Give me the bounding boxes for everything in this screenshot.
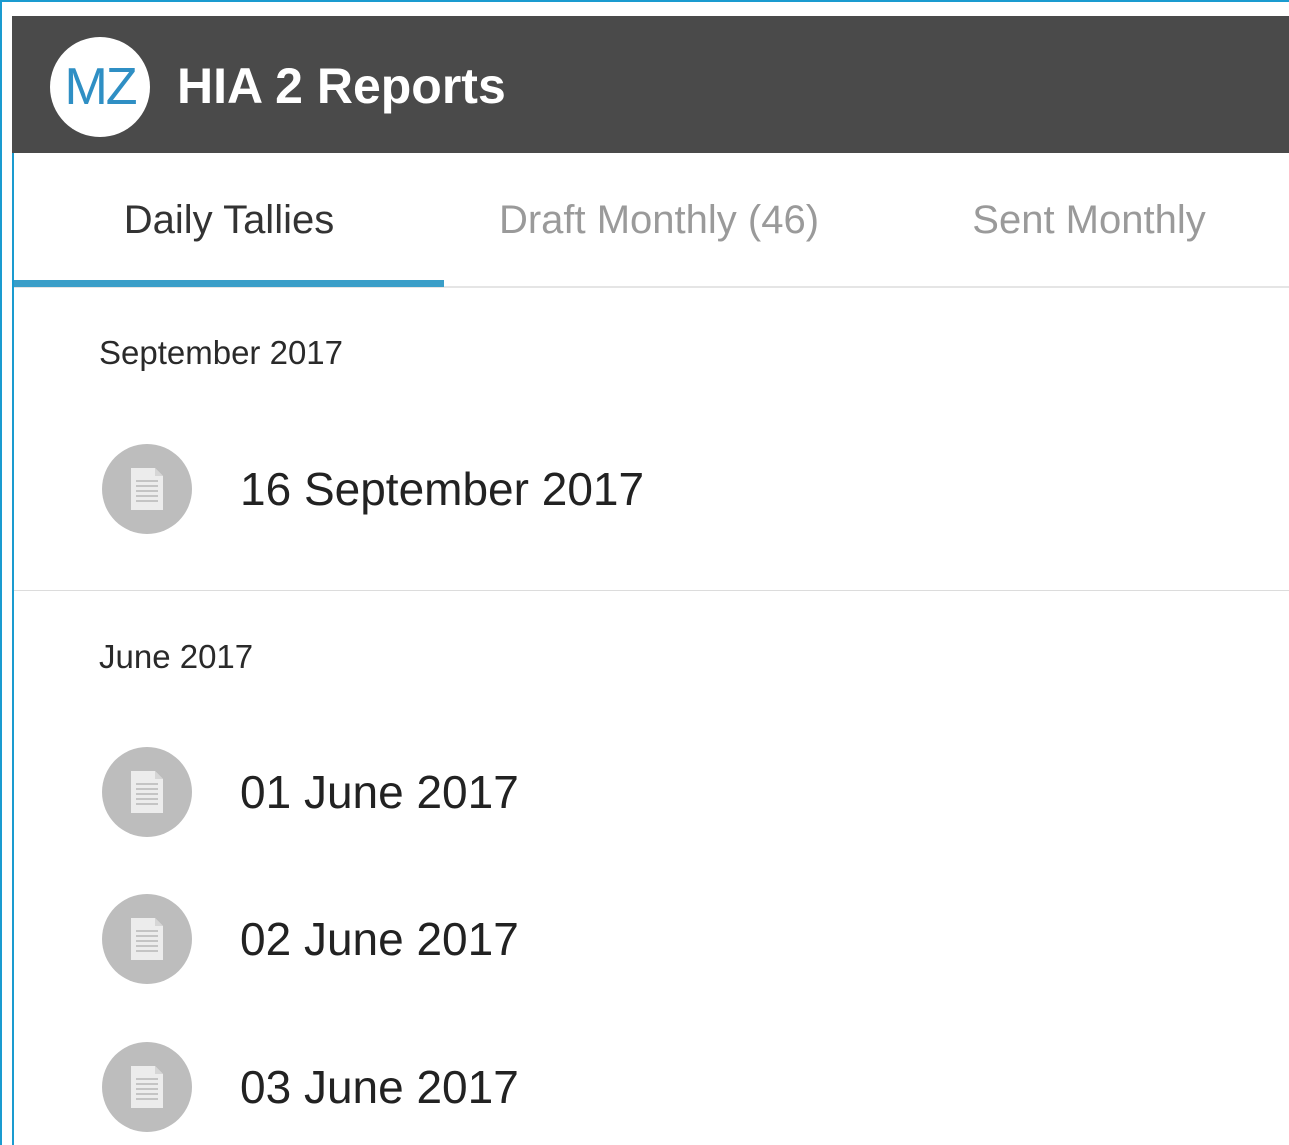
tab-sent-monthly[interactable]: Sent Monthly (874, 153, 1289, 288)
section-header-september-2017: September 2017 (99, 334, 344, 371)
document-icon (102, 1042, 192, 1132)
app-logo: MZ (50, 37, 150, 137)
app-bar: MZ HIA 2 Reports (12, 16, 1289, 153)
list-item-label: 03 June 2017 (240, 1061, 519, 1113)
tab-bar: Daily Tallies Draft Monthly (46) Sent Mo… (14, 153, 1289, 288)
tab-label: Sent Monthly (972, 198, 1206, 242)
list-item[interactable]: 02 June 2017 (14, 889, 1289, 989)
app-window: MZ HIA 2 Reports Daily Tallies Draft Mon… (0, 0, 1289, 1145)
tab-label: Daily Tallies (123, 198, 335, 242)
document-icon (102, 444, 192, 534)
tab-daily-tallies[interactable]: Daily Tallies (14, 153, 444, 288)
tab-label: Draft Monthly (46) (498, 198, 820, 242)
content-left-border (12, 153, 14, 1145)
section-divider (14, 590, 1289, 591)
list-item-label: 16 September 2017 (240, 463, 645, 515)
document-icon (102, 894, 192, 984)
section-header-june-2017: June 2017 (99, 638, 254, 675)
list-item-label: 02 June 2017 (240, 913, 519, 965)
list-item[interactable]: 01 June 2017 (14, 742, 1289, 842)
list-item[interactable]: 16 September 2017 (14, 439, 1289, 539)
tab-draft-monthly[interactable]: Draft Monthly (46) (444, 153, 874, 288)
app-title: HIA 2 Reports (177, 58, 506, 114)
document-icon (102, 747, 192, 837)
logo-initials: MZ (64, 58, 137, 116)
active-tab-indicator (14, 280, 444, 287)
list-item[interactable]: 03 June 2017 (14, 1037, 1289, 1137)
list-item-label: 01 June 2017 (240, 766, 519, 818)
